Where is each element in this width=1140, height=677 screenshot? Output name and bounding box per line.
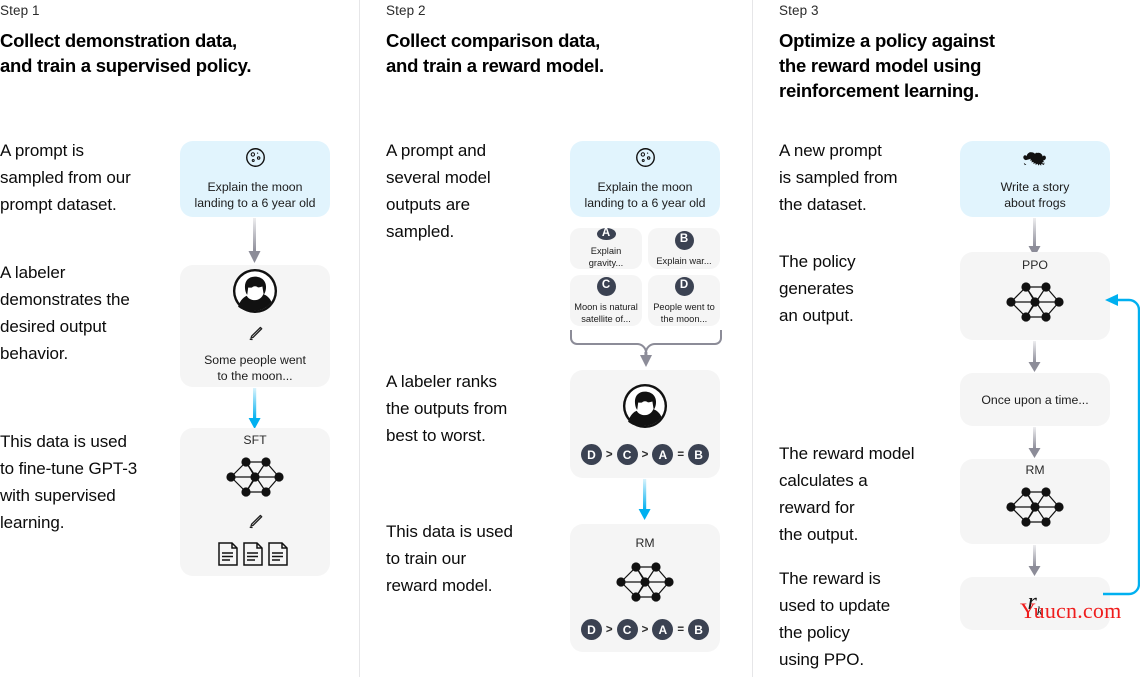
moon-icon <box>635 147 656 173</box>
rm-rank-badge-4: B <box>688 619 710 640</box>
rm-rank-badge-1: D <box>580 619 602 640</box>
step-3-title: Optimize a policy against the reward mod… <box>779 28 995 103</box>
rank-op-1: > <box>605 448 613 461</box>
step-1-prompt-caption-line-2: landing to a 6 year old <box>194 196 316 210</box>
neural-network-icon <box>1002 274 1068 335</box>
step-3-prompt-caption-line-1: Write a story <box>1000 179 1070 194</box>
step-3-output-box[interactable]: Once upon a time... <box>960 373 1110 426</box>
rank-op-3: = <box>677 448 685 461</box>
rank-badge-2: C <box>616 444 638 465</box>
step-2-prompt-box[interactable]: Explain the moon landing to a 6 year old <box>570 141 720 217</box>
step-2-title-line-1: Collect comparison data, <box>386 30 600 51</box>
option-badge-d: D <box>674 276 694 296</box>
rlhf-diagram: Step 1 Collect demonstration data, and t… <box>0 0 1140 677</box>
step-2-narrative-1: A prompt and several model outputs are s… <box>386 141 491 241</box>
option-badge-c: C <box>596 276 616 296</box>
step-1-narrative-3: This data is used to fine-tune GPT-3 wit… <box>0 432 138 532</box>
step-3-ppo-title: PPO <box>1022 257 1048 272</box>
step-1-sft-box[interactable]: SFT <box>180 428 330 576</box>
step-1-narrative-2: A labeler demonstrates the desired outpu… <box>0 263 130 363</box>
step-3-column: Step 3 Optimize a policy against the rew… <box>753 0 1140 677</box>
step-1-labeler-caption: Some people went to the moon... <box>196 352 314 384</box>
step-1-sft-title: SFT <box>243 432 267 447</box>
frog-icon <box>1022 148 1048 173</box>
option-badge-b: B <box>674 230 694 250</box>
step-3-prompt-caption: Write a story about frogs <box>993 179 1078 211</box>
option-text-d: People went to the moon... <box>653 301 715 324</box>
step-3-narrative-3: The reward model calculates a reward for… <box>779 444 915 544</box>
rank-badge-3: A <box>652 444 674 465</box>
step-2-option-card-c[interactable]: C Moon is natural satellite of... <box>570 275 642 326</box>
step-3-title-line-3: reinforcement learning. <box>779 80 979 101</box>
step-3-narrative-1: A new prompt is sampled from the dataset… <box>779 141 898 214</box>
step-2-label: Step 2 <box>386 3 426 18</box>
neural-network-icon <box>612 554 678 615</box>
step-2-narrative-2: A labeler ranks the outputs from best to… <box>386 372 508 445</box>
step-2-prompt-caption-line-1: Explain the moon <box>597 180 693 194</box>
step-3-output-caption: Once upon a time... <box>981 392 1089 407</box>
step-1-column: Step 1 Collect demonstration data, and t… <box>0 0 359 677</box>
step-3-narrative-2: The policy generates an output. <box>779 252 856 325</box>
step-2-rm-ranking-row: D > C > A = B <box>580 619 710 640</box>
step-2-rm-box[interactable]: RM D > C > A = B <box>570 524 720 652</box>
step-2-rank-box[interactable]: D > C > A = B <box>570 370 720 478</box>
step-2-prompt-caption-line-2: landing to a 6 year old <box>584 196 706 210</box>
rm-rank-badge-3: A <box>652 619 674 640</box>
step-2-option-card-b[interactable]: B Explain war... <box>648 228 720 269</box>
step-1-labeler-box[interactable]: Some people went to the moon... <box>180 265 330 387</box>
rank-op-2: > <box>641 448 649 461</box>
labeler-avatar-icon <box>622 383 668 434</box>
step-2-rm-title: RM <box>635 536 655 550</box>
step-1-title-line-1: Collect demonstration data, <box>0 30 237 51</box>
neural-network-icon <box>222 449 288 510</box>
step-2-option-card-a[interactable]: A Explain gravity... <box>570 228 642 269</box>
step-2-title-line-2: and train a reward model. <box>386 55 604 76</box>
neural-network-icon <box>1002 479 1068 540</box>
step-1-labeler-caption-line-2: to the moon... <box>217 369 293 383</box>
step-3-rm-title: RM <box>1025 463 1045 477</box>
moon-icon <box>245 147 266 173</box>
step-3-prompt-caption-line-2: about frogs <box>1004 195 1066 210</box>
step-3-label: Step 3 <box>779 3 819 18</box>
step-3-ppo-box[interactable]: PPO <box>960 252 1110 340</box>
rank-badge-1: D <box>580 444 602 465</box>
option-text-a: Explain gravity... <box>588 246 624 268</box>
step-3-narrative-4: The reward is used to update the policy … <box>779 569 891 669</box>
step-2-narrative-3: This data is used to train our reward mo… <box>386 522 513 595</box>
option-text-c: Moon is natural satellite of... <box>574 301 638 324</box>
rm-rank-op-3: = <box>677 623 685 636</box>
pencil-icon <box>245 324 265 349</box>
step-3-prompt-box[interactable]: Write a story about frogs <box>960 141 1110 217</box>
step-3-rm-box[interactable]: RM <box>960 459 1110 544</box>
rank-badge-4: B <box>688 444 710 465</box>
step-3-feedback-loop-arrow <box>1103 288 1140 613</box>
step-2-column: Step 2 Collect comparison data, and trai… <box>360 0 752 677</box>
step-2-brace-arrow <box>568 328 724 373</box>
step-1-label: Step 1 <box>0 3 40 18</box>
rm-rank-op-1: > <box>605 623 613 636</box>
step-1-prompt-caption: Explain the moon landing to a 6 year old <box>186 179 323 211</box>
pencil-icon <box>245 512 265 537</box>
step-3-title-line-2: the reward model using <box>779 55 982 76</box>
step-2-prompt-caption: Explain the moon landing to a 6 year old <box>576 179 713 211</box>
step-2-arrow-blue <box>636 479 654 526</box>
step-1-prompt-caption-line-1: Explain the moon <box>207 180 303 194</box>
step-2-option-card-d[interactable]: D People went to the moon... <box>648 275 720 326</box>
rm-rank-op-2: > <box>641 623 649 636</box>
step-1-title-line-2: and train a supervised policy. <box>0 55 252 76</box>
step-1-prompt-box[interactable]: Explain the moon landing to a 6 year old <box>180 141 330 217</box>
step-2-ranking-row: D > C > A = B <box>580 444 710 465</box>
labeler-avatar-icon <box>232 268 278 319</box>
step-1-title: Collect demonstration data, and train a … <box>0 28 252 78</box>
step-1-labeler-caption-line-1: Some people went <box>204 353 306 367</box>
step-2-title: Collect comparison data, and train a rew… <box>386 28 604 78</box>
watermark: Yuucn.com <box>1020 598 1122 623</box>
step-1-narrative-1: A prompt is sampled from our prompt data… <box>0 141 131 214</box>
rm-rank-badge-2: C <box>616 619 638 640</box>
step-1-arrow-1 <box>246 218 264 269</box>
option-text-b: Explain war... <box>656 255 712 266</box>
documents-icon <box>217 541 293 572</box>
step-3-title-line-1: Optimize a policy against <box>779 30 995 51</box>
option-badge-a: A <box>596 228 616 240</box>
